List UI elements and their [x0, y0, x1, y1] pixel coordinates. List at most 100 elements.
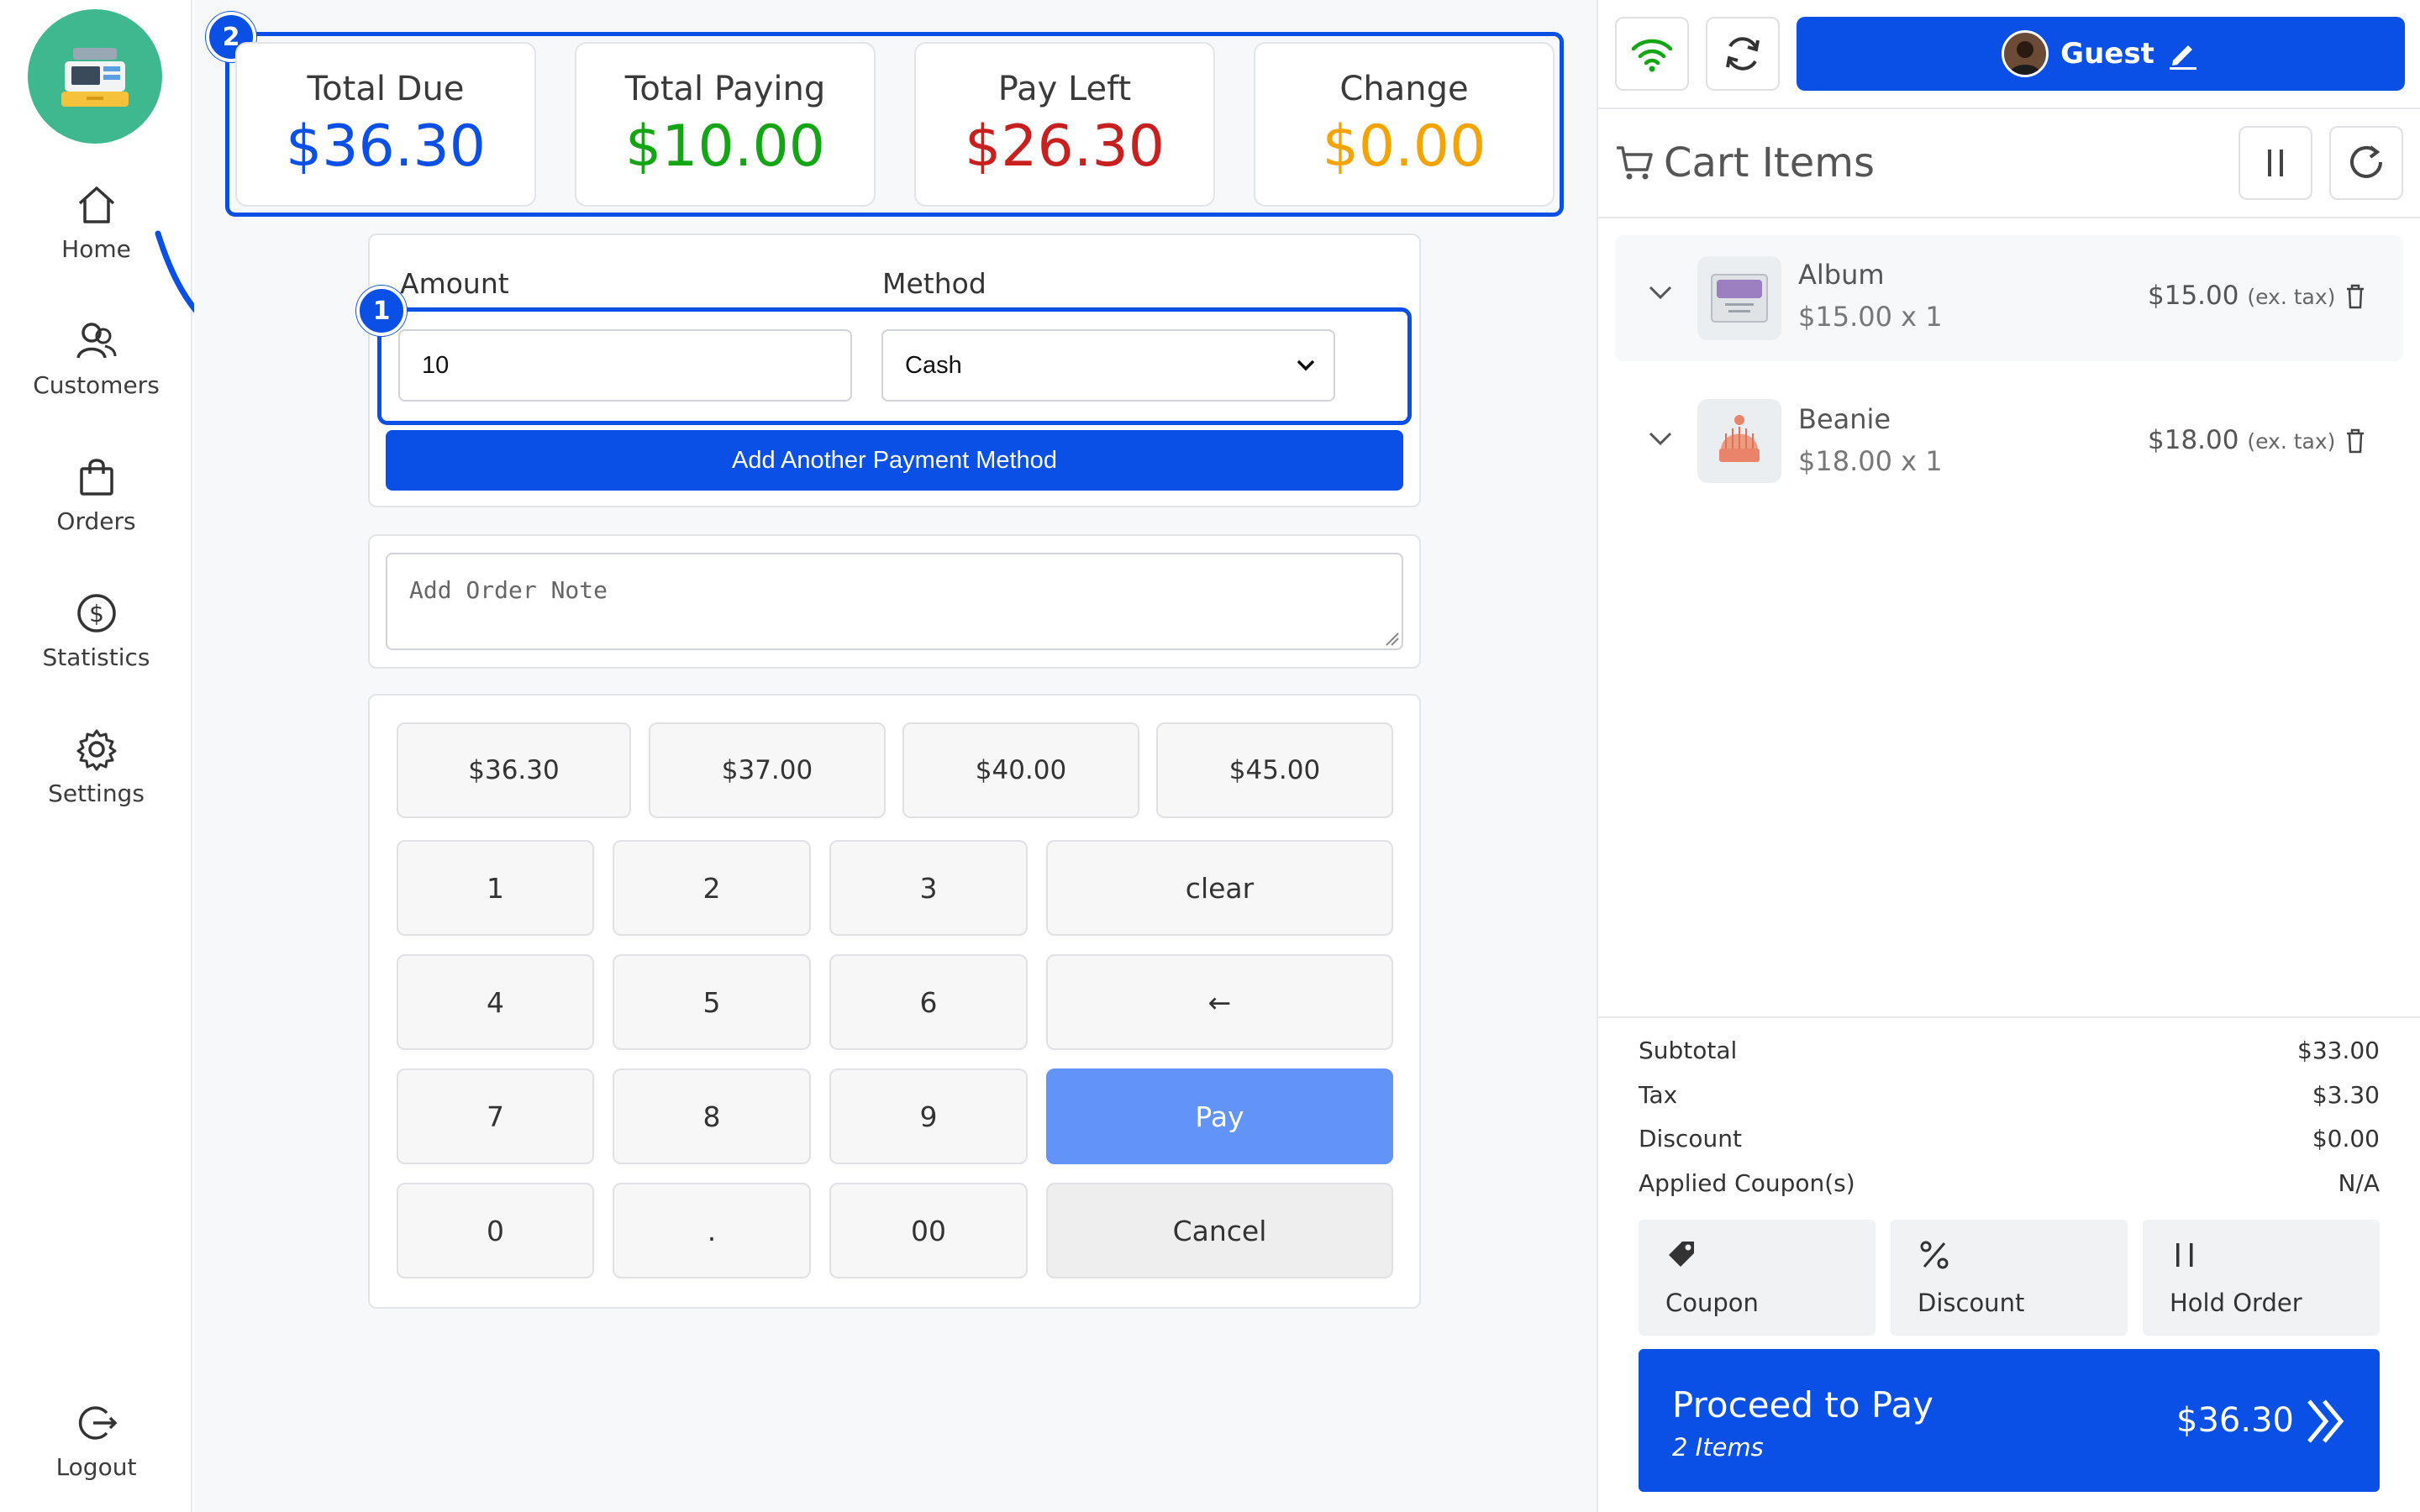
cart-item-qty: $15.00 x 1 — [1798, 301, 1943, 333]
proceed-items-count: 2 Items — [1672, 1433, 1764, 1462]
key-double-zero[interactable]: 00 — [829, 1183, 1028, 1278]
percent-icon — [1920, 1241, 1949, 1269]
divider — [1598, 217, 2420, 218]
quick-amount-button[interactable]: $37.00 — [649, 722, 886, 818]
quick-amount-button[interactable]: $36.30 — [397, 722, 631, 818]
totals-value: N/A — [2338, 1169, 2380, 1197]
divider — [1598, 108, 2420, 109]
coupon-button[interactable]: Coupon — [1639, 1220, 1876, 1336]
totals-value: $0.00 — [2312, 1125, 2380, 1152]
avatar — [2002, 30, 2049, 77]
edit-pencil-icon — [2169, 45, 2196, 70]
product-thumbnail — [1697, 399, 1781, 483]
hold-order-button[interactable]: Hold Order — [2143, 1220, 2380, 1336]
reset-icon — [2350, 145, 2382, 178]
key-decimal[interactable]: . — [613, 1183, 811, 1278]
totals-label: Discount — [1639, 1125, 1742, 1152]
total-due-value: $36.30 — [286, 113, 486, 180]
key-8[interactable]: 8 — [613, 1068, 811, 1164]
subtotal-row: Subtotal $33.00 — [1639, 1037, 2380, 1064]
reset-cart-button[interactable] — [2329, 126, 2403, 200]
cash-register-logo-icon — [28, 9, 162, 144]
key-9[interactable]: 9 — [829, 1068, 1028, 1164]
logout-button[interactable]: Logout — [0, 1399, 192, 1481]
proceed-to-pay-button[interactable]: Proceed to Pay 2 Items $36.30 — [1639, 1349, 2380, 1492]
price-value: $18.00 — [2148, 425, 2239, 455]
sidebar-item-orders[interactable]: Orders — [0, 454, 192, 535]
key-0[interactable]: 0 — [397, 1183, 594, 1278]
cart-item[interactable]: Beanie $18.00 x 1 $18.00 (ex. tax) — [1615, 380, 2403, 506]
customer-name: Guest — [2060, 37, 2154, 71]
price-value: $15.00 — [2148, 281, 2239, 311]
method-label: Method — [882, 267, 986, 300]
key-7[interactable]: 7 — [397, 1068, 594, 1164]
logout-icon — [78, 1406, 117, 1440]
total-paying-card: Total Paying $10.00 — [575, 42, 876, 207]
clear-button[interactable]: clear — [1046, 840, 1393, 936]
trash-icon[interactable] — [2344, 428, 2366, 454]
discount-button[interactable]: Discount — [1891, 1220, 2128, 1336]
tax-note: (ex. tax) — [2247, 285, 2336, 309]
discount-row: Discount $0.00 — [1639, 1125, 2380, 1152]
hold-cart-button[interactable] — [2238, 126, 2312, 200]
svg-text:$: $ — [89, 600, 104, 627]
proceed-amount: $36.30 — [2176, 1401, 2294, 1440]
pay-button[interactable]: Pay — [1046, 1068, 1393, 1164]
card-title: Total Paying — [624, 69, 826, 108]
change-value: $0.00 — [1322, 113, 1486, 180]
card-title: Total Due — [307, 69, 465, 108]
sidebar-item-label: Settings — [48, 780, 145, 807]
backspace-button[interactable]: ← — [1046, 954, 1393, 1050]
order-note-textarea[interactable]: Add Order Note — [386, 553, 1403, 650]
sidebar-item-label: Statistics — [42, 643, 150, 671]
product-thumbnail — [1697, 256, 1781, 340]
beanie-image-icon — [1719, 415, 1760, 462]
tax-note: (ex. tax) — [2247, 429, 2336, 454]
cart-item-price: $15.00 (ex. tax) — [2148, 281, 2335, 311]
refresh-button[interactable] — [1706, 17, 1780, 91]
total-due-card: Total Due $36.30 — [235, 42, 536, 207]
key-4[interactable]: 4 — [397, 954, 594, 1050]
refresh-icon — [1726, 37, 1760, 71]
totals-value: $33.00 — [2297, 1037, 2380, 1064]
dollar-circle-icon: $ — [76, 594, 116, 633]
quick-amount-button[interactable]: $40.00 — [902, 722, 1139, 818]
key-3[interactable]: 3 — [829, 840, 1028, 936]
cart-item-name: Beanie — [1798, 403, 1891, 435]
totals-label: Subtotal — [1639, 1037, 1738, 1064]
connection-status-button[interactable] — [1615, 17, 1689, 91]
total-paying-value: $10.00 — [625, 113, 825, 180]
chevron-down-icon — [1297, 360, 1315, 371]
cancel-button[interactable]: Cancel — [1046, 1183, 1393, 1278]
gear-icon — [76, 729, 116, 771]
sidebar-item-settings[interactable]: Settings — [0, 726, 192, 807]
quick-amount-button[interactable]: $45.00 — [1156, 722, 1393, 818]
wifi-icon — [1631, 39, 1673, 72]
sidebar-item-label: Customers — [33, 371, 160, 399]
add-payment-method-button[interactable]: Add Another Payment Method — [386, 430, 1403, 491]
method-selected-value: Cash — [905, 351, 962, 379]
amount-input[interactable]: 10 — [398, 329, 852, 402]
home-icon — [78, 186, 114, 223]
customer-select-button[interactable]: Guest — [1797, 17, 2405, 91]
shopping-bag-icon — [79, 459, 113, 496]
key-5[interactable]: 5 — [613, 954, 811, 1050]
key-1[interactable]: 1 — [397, 840, 594, 936]
key-2[interactable]: 2 — [613, 840, 811, 936]
resize-handle-icon[interactable] — [1385, 632, 1400, 647]
key-6[interactable]: 6 — [829, 954, 1028, 1050]
pause-icon — [2268, 150, 2283, 176]
totals-label: Applied Coupon(s) — [1639, 1169, 1855, 1197]
chevron-down-icon[interactable] — [1649, 432, 1672, 447]
totals-value: $3.30 — [2312, 1081, 2380, 1109]
method-select[interactable]: Cash — [881, 329, 1335, 402]
chevron-down-icon[interactable] — [1649, 286, 1672, 301]
pause-icon — [2176, 1243, 2193, 1267]
trash-icon[interactable] — [2344, 284, 2366, 309]
cart-item-qty: $18.00 x 1 — [1798, 445, 1943, 477]
cart-item-price: $18.00 (ex. tax) — [2148, 425, 2335, 455]
proceed-label: Proceed to Pay — [1672, 1384, 1933, 1425]
cart-item[interactable]: Album $15.00 x 1 $15.00 (ex. tax) — [1615, 235, 2403, 361]
sidebar-item-statistics[interactable]: $ Statistics — [0, 590, 192, 671]
tax-row: Tax $3.30 — [1639, 1081, 2380, 1109]
